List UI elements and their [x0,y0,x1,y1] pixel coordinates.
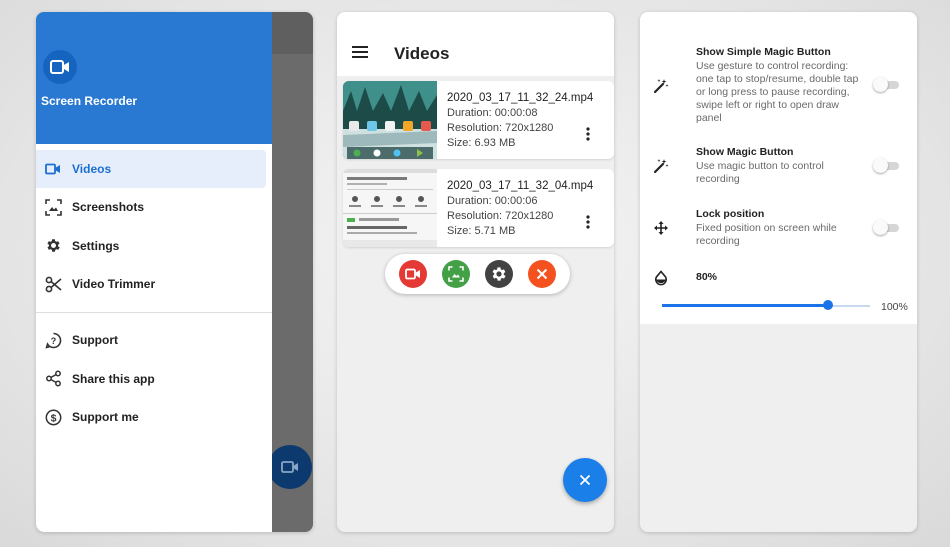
magic-wand-icon [653,159,669,174]
screenshot-icon [44,198,62,216]
drawer-screen: Screen Recorder Videos Screenshots Setti… [36,12,313,532]
app-bar: Videos [337,12,614,76]
hamburger-menu-icon[interactable] [352,46,368,58]
video-camera-icon [50,60,69,74]
nav-item-video-trimmer[interactable]: Video Trimmer [36,265,272,303]
setting-description: Use magic button to control recording [696,160,824,185]
nav-item-label: Support me [72,410,139,424]
svg-text:?: ? [50,336,56,346]
video-resolution: Resolution: 720x1280 [447,122,554,134]
toggle-knob [873,77,888,92]
screenshot-icon [448,266,464,282]
gear-icon [44,237,62,255]
nav-item-label: Settings [72,238,120,253]
videos-screen: Videos 2020_03_17_11_32_24.mp4 Duration:… [337,12,614,532]
video-size: Size: 6.93 MB [447,137,516,149]
nav-item-label: Share this app [72,371,155,386]
move-icon [654,221,668,235]
quick-settings-button[interactable] [485,260,513,288]
settings-panel: Show Simple Magic Button Use gesture to … [640,12,917,324]
setting-title: Show Magic Button [696,146,794,158]
close-fab-button[interactable] [563,458,607,502]
toggle-switch[interactable] [873,158,899,173]
app-logo [43,50,77,84]
help-icon: ? [44,331,62,349]
opacity-slider[interactable] [662,300,870,310]
nav-item-support[interactable]: ? Support [36,321,272,359]
droplet-icon [655,270,667,286]
nav-item-settings[interactable]: Settings [36,227,272,265]
slider-thumb[interactable] [823,300,834,310]
page-title: Videos [394,44,450,63]
toggle-switch[interactable] [873,77,899,92]
toggle-knob [873,158,888,173]
close-controls-button[interactable] [528,260,556,288]
video-details: 2020_03_17_11_32_24.mp4 Duration: 00:00:… [447,91,593,151]
opacity-max-label: 100% [881,301,908,313]
setting-description: Use gesture to control recording: one ta… [696,60,859,124]
nav-item-screenshots[interactable]: Screenshots [36,188,272,226]
slider-fill [662,304,829,307]
video-filename: 2020_03_17_11_32_04.mp4 [447,180,594,192]
nav-item-share[interactable]: Share this app [36,360,272,398]
video-camera-icon [281,461,298,473]
video-card[interactable]: 2020_03_17_11_32_24.mp4 Duration: 00:00:… [343,81,614,159]
svg-text:$: $ [50,412,56,424]
capture-screenshot-button[interactable] [442,260,470,288]
nav-item-videos[interactable]: Videos [36,150,266,188]
floating-control-bar [385,254,570,294]
more-options-icon[interactable] [586,215,590,229]
nav-item-label: Video Trimmer [72,277,156,291]
video-card[interactable]: 2020_03_17_11_32_04.mp4 Duration: 00:00:… [343,169,614,247]
video-size: Size: 5.71 MB [447,225,516,237]
drawer-divider [36,312,272,313]
nav-item-label: Screenshots [72,200,145,214]
video-filename: 2020_03_17_11_32_24.mp4 [447,92,594,104]
app-name: Screen Recorder [41,94,138,108]
setting-title: Lock position [696,208,765,220]
dollar-icon: $ [44,408,62,426]
video-camera-icon [44,160,62,178]
nav-item-support-me[interactable]: $ Support me [36,398,272,436]
record-button[interactable] [399,260,427,288]
scissors-icon [44,275,62,293]
record-icon [405,268,420,280]
setting-title: Show Simple Magic Button [696,46,831,58]
record-fab-dimmed [268,445,312,489]
close-icon [536,268,548,280]
video-duration: Duration: 00:00:08 [447,107,538,119]
more-options-icon[interactable] [586,127,590,141]
magic-wand-icon [653,79,669,94]
setting-description: Fixed position on screen while recording [696,222,837,247]
video-resolution: Resolution: 720x1280 [447,210,554,222]
navigation-drawer: Screen Recorder Videos Screenshots Setti… [36,12,272,532]
video-details: 2020_03_17_11_32_04.mp4 Duration: 00:00:… [447,179,593,239]
video-thumbnail[interactable] [343,81,437,159]
video-thumbnail[interactable] [343,169,437,247]
opacity-value-label: 80% [696,271,718,283]
share-icon [44,370,62,388]
toggle-knob [873,220,888,235]
close-icon [579,474,591,486]
nav-item-label: Support [72,333,118,347]
nav-item-label: Videos [72,162,112,176]
toggle-switch[interactable] [873,220,899,235]
gear-icon [492,267,506,281]
video-duration: Duration: 00:00:06 [447,195,538,207]
drawer-header: Screen Recorder [36,12,272,144]
magic-button-settings-screen: Show Simple Magic Button Use gesture to … [640,12,917,532]
